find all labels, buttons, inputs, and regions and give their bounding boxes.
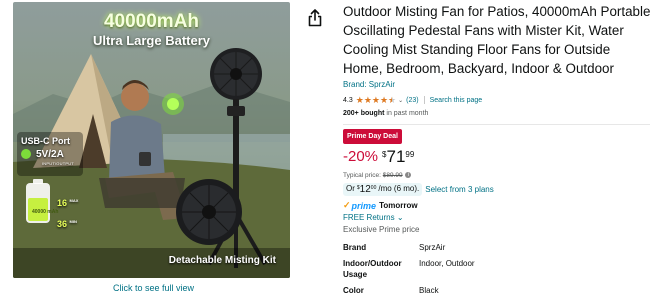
battery-stat-max: 16 MAX [57, 198, 79, 208]
rating-row: 4.3 ★ ★ ★ ★ ★ ⌄ (23) Search this page [343, 95, 651, 105]
see-full-view-link[interactable]: Click to see full view [113, 283, 194, 293]
search-this-page-link[interactable]: Search this page [430, 97, 483, 104]
brand-link[interactable]: Brand: SprzAir [343, 80, 651, 89]
discount-percent: -20% [343, 148, 379, 165]
image-bottom-caption: Detachable Misting Kit [168, 255, 276, 266]
chevron-down-icon: ⌄ [396, 213, 404, 222]
usb-port-title: USB-C Port [21, 136, 70, 146]
star-rating-icon[interactable]: ★ ★ ★ ★ ★ [356, 95, 396, 105]
section-divider [343, 124, 650, 125]
price-fraction: 99 [405, 150, 415, 159]
exclusive-prime-price: Exclusive Prime price [343, 225, 420, 234]
spec-value: Black [419, 286, 439, 295]
rating-value: 4.3 [343, 96, 353, 104]
deal-badge: Prime Day Deal [343, 129, 402, 144]
spec-value: Indoor, Outdoor [419, 259, 475, 268]
chevron-down-icon[interactable]: ⌄ [398, 97, 403, 104]
typical-price: Typical price: $89.99 i [343, 172, 651, 179]
usb-port-value: 5V/2A [36, 149, 64, 160]
battery-stat-min: 36 MIN [57, 219, 77, 229]
spec-key: Color [343, 286, 364, 295]
spec-row: Brand SprzAir [343, 242, 475, 258]
price-whole: 71 [386, 147, 406, 166]
spec-row: Indoor/Outdoor Usage Indoor, Outdoor [343, 258, 475, 285]
product-title: Outdoor Misting Fan for Patios, 40000mAh… [343, 4, 651, 76]
spec-row: Color Black [343, 285, 475, 300]
share-icon[interactable] [307, 9, 323, 27]
prime-logo: prime [351, 200, 377, 211]
price-row: -20% $ 71 99 [343, 148, 651, 168]
select-plans-link[interactable]: Select from 3 plans [425, 185, 493, 194]
spec-value: SprzAir [419, 243, 446, 252]
bought-count: 200+ bought in past month [343, 110, 429, 117]
delivery-day: Tomorrow [379, 201, 418, 210]
payment-plan-row: Or $12 00 /mo (6 mo). Select from 3 plans [343, 183, 651, 196]
image-subheadline: Ultra Large Battery [92, 33, 211, 48]
rating-count-link[interactable]: (23) [406, 97, 418, 104]
image-headline: 40000mAh [103, 11, 200, 32]
spec-table: Brand SprzAir Indoor/Outdoor Usage Indoor, … [343, 242, 475, 300]
free-returns-link[interactable]: FREE Returns ⌄ [343, 213, 651, 222]
spec-key: Indoor/Outdoor Usage [343, 259, 402, 279]
product-details: Outdoor Misting Fan for Patios, 40000mAh… [343, 0, 651, 300]
spec-key: Brand [343, 243, 367, 252]
usb-port-subtitle: INPUT/OUTPUT [42, 161, 74, 166]
plan-price-pill: Or $12 00 /mo (6 mo). [343, 183, 423, 196]
battery-cell-label: 40000 mAh [32, 209, 59, 215]
prime-delivery-row: ✓ prime Tomorrow [343, 200, 651, 211]
product-main-image[interactable]: 40000mAh Ultra Large Battery USB-C Port … [13, 2, 290, 278]
prime-check-icon: ✓ [343, 200, 351, 210]
info-icon[interactable]: i [405, 172, 412, 179]
divider [423, 96, 425, 104]
